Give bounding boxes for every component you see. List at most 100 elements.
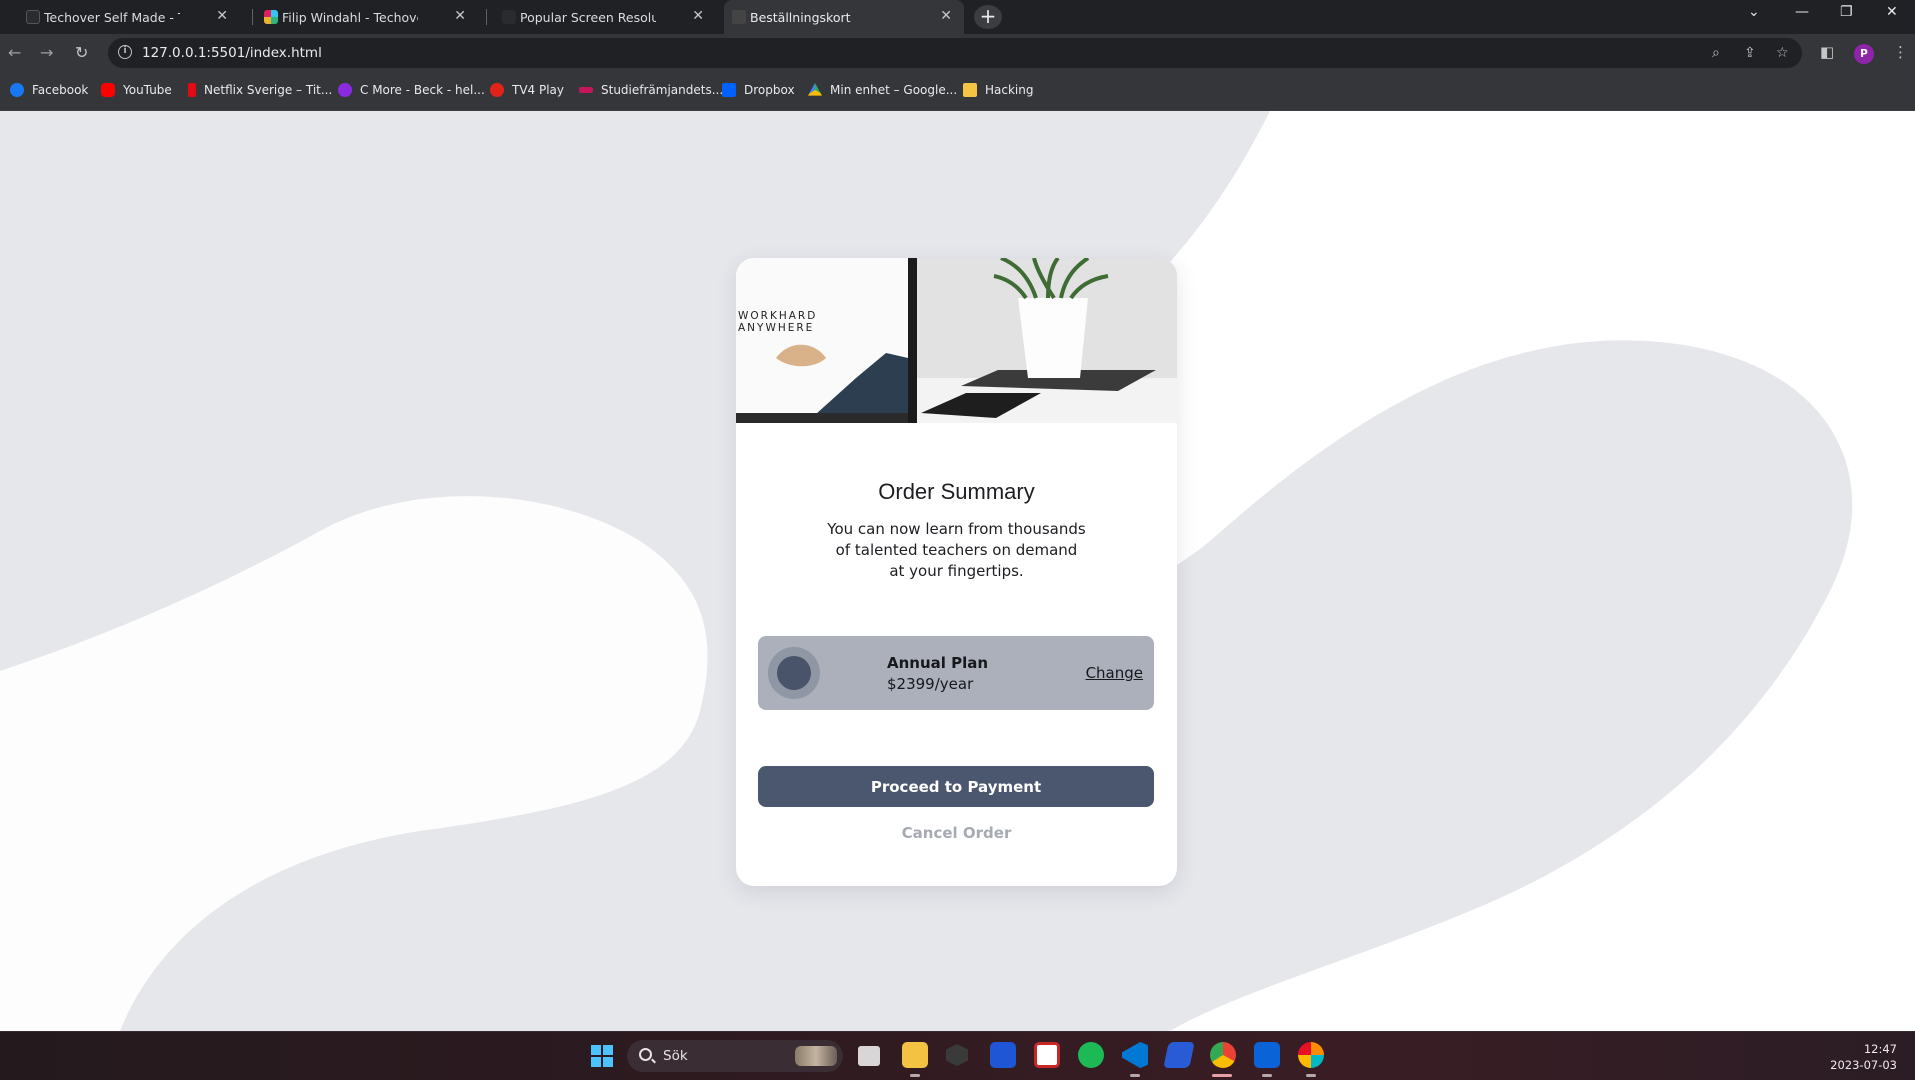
bookmark-netflix[interactable]: Netflix Sverige – Tit... xyxy=(188,83,332,97)
facebook-icon xyxy=(10,83,24,97)
new-tab-button[interactable]: + xyxy=(974,5,1002,29)
slack-favicon-icon xyxy=(264,10,278,24)
search-icon xyxy=(639,1048,652,1061)
bookmark-cmore[interactable]: C More - Beck - hel... xyxy=(338,83,485,97)
restore-icon[interactable]: ❐ xyxy=(1840,4,1853,20)
taskbar-search-label: Sök xyxy=(663,1048,688,1064)
reload-icon[interactable]: ↻ xyxy=(75,43,88,62)
profile-avatar[interactable]: P xyxy=(1854,44,1874,64)
tab-separator xyxy=(486,9,487,25)
powershell-icon[interactable] xyxy=(1163,1042,1195,1068)
close-tab-icon[interactable]: ✕ xyxy=(454,8,466,24)
youtube-icon xyxy=(101,83,115,97)
bookmark-studieframjandet[interactable]: Studiefrämjandets... xyxy=(579,83,723,97)
bookmark-label: Dropbox xyxy=(744,83,795,97)
media-favicon-icon xyxy=(502,10,516,24)
order-summary-description: You can now learn from thousands of tale… xyxy=(827,520,1086,580)
mail-icon[interactable] xyxy=(1254,1042,1280,1068)
close-tab-icon[interactable]: ✕ xyxy=(216,8,228,24)
spotify-icon[interactable] xyxy=(1078,1042,1104,1068)
forward-arrow-icon[interactable]: → xyxy=(40,43,53,62)
tab-bestallningskort[interactable]: Beställningskort ✕ xyxy=(724,0,964,34)
visual-studio-icon[interactable] xyxy=(990,1042,1016,1068)
tab-popular-screen-resolutions[interactable]: Popular Screen Resolutions | Media ✕ xyxy=(494,0,716,34)
clock-time: 12:47 xyxy=(1863,1042,1897,1056)
tab-title: Popular Screen Resolutions | Media xyxy=(520,9,656,25)
page-viewport: WORKHARD ANYWHERE Order Summary You can … xyxy=(0,111,1915,1031)
tab-techover-self-made[interactable]: Techover Self Made - Techover ✕ xyxy=(18,0,240,34)
plan-music-icon xyxy=(768,647,820,699)
bookmark-star-icon[interactable]: ☆ xyxy=(1776,45,1789,61)
cmore-icon xyxy=(338,83,352,97)
plan-name: Annual Plan xyxy=(887,654,989,672)
order-summary-title: Order Summary xyxy=(878,479,1035,504)
hero-text-line: ANYWHERE xyxy=(738,322,815,334)
running-indicator xyxy=(910,1074,920,1077)
tab-title: Beställningskort xyxy=(750,9,851,25)
zoom-icon[interactable]: ⌕ xyxy=(1712,45,1720,61)
cb-app-icon[interactable] xyxy=(1034,1042,1060,1068)
dropbox-icon xyxy=(722,83,736,97)
paint-icon[interactable] xyxy=(1298,1042,1324,1068)
close-window-icon[interactable]: ✕ xyxy=(1886,4,1898,20)
bookmark-dropbox[interactable]: Dropbox xyxy=(722,83,795,97)
side-panel-icon[interactable]: ◧ xyxy=(1820,43,1834,61)
folder-icon xyxy=(963,83,977,97)
bookmark-google-drive[interactable]: Min enhet – Google... xyxy=(808,83,957,97)
hero-text-line: WORKHARD xyxy=(738,310,818,322)
proceed-to-payment-button[interactable]: Proceed to Payment xyxy=(758,766,1154,807)
hero-image xyxy=(736,258,1177,423)
bookmark-tv4play[interactable]: TV4 Play xyxy=(490,83,564,97)
browser-toolbar: ← → ↻ i 127.0.0.1:5501/index.html ⌕ ⇪ ☆ … xyxy=(0,34,1915,72)
studieframjandet-icon xyxy=(579,87,593,93)
tab-search-chevron-icon[interactable]: ⌄ xyxy=(1748,4,1760,20)
cancel-order-link[interactable]: Cancel Order xyxy=(736,824,1177,842)
bookmark-label: Netflix Sverige – Tit... xyxy=(204,83,333,97)
bookmark-facebook[interactable]: Facebook xyxy=(10,83,88,97)
plan-panel: Annual Plan $2399/year Change xyxy=(758,636,1154,710)
minimize-icon[interactable]: — xyxy=(1795,4,1809,20)
bookmark-label: Studiefrämjandets... xyxy=(601,83,724,97)
tab-filip-windahl[interactable]: Filip Windahl - Techover Academy ✕ xyxy=(256,0,478,34)
bookmark-label: Min enhet – Google... xyxy=(830,83,958,97)
netflix-icon xyxy=(188,83,196,97)
bookmark-hacking[interactable]: Hacking xyxy=(963,83,1033,97)
url-text[interactable]: 127.0.0.1:5501/index.html xyxy=(142,45,322,61)
task-view-icon[interactable] xyxy=(858,1046,880,1066)
bookmark-youtube[interactable]: YouTube xyxy=(101,83,172,97)
clock-date: 2023-07-03 xyxy=(1830,1058,1897,1072)
running-indicator xyxy=(1306,1074,1316,1077)
bookmark-label: Facebook xyxy=(32,83,89,97)
close-tab-icon[interactable]: ✕ xyxy=(692,8,704,24)
address-bar[interactable]: i 127.0.0.1:5501/index.html ⌕ ⇪ ☆ xyxy=(108,38,1802,68)
running-indicator xyxy=(1262,1074,1272,1077)
back-arrow-icon[interactable]: ← xyxy=(8,43,21,62)
bookmark-label: C More - Beck - hel... xyxy=(360,83,485,97)
plan-price: $2399/year xyxy=(887,675,974,693)
tv4-icon xyxy=(490,83,504,97)
running-indicator xyxy=(1212,1074,1232,1077)
site-info-icon[interactable]: i xyxy=(118,45,132,59)
change-plan-link[interactable]: Change xyxy=(1086,664,1143,682)
plan-icon-dot xyxy=(777,656,811,690)
hero-text: WORKHARD ANYWHERE xyxy=(738,310,817,334)
search-highlight-icon xyxy=(795,1046,837,1066)
running-indicator xyxy=(1130,1074,1140,1077)
taskbar-search-box[interactable]: Sök xyxy=(627,1040,843,1072)
file-explorer-icon[interactable] xyxy=(902,1042,928,1068)
system-clock[interactable]: 12:47 2023-07-03 xyxy=(1830,1041,1897,1073)
techover-favicon-icon xyxy=(26,10,40,24)
bookmarks-bar: Facebook YouTube Netflix Sverige – Tit..… xyxy=(0,72,1915,111)
bookmark-label: YouTube xyxy=(123,83,172,97)
close-tab-icon[interactable]: ✕ xyxy=(940,8,952,24)
chrome-icon[interactable] xyxy=(1210,1042,1236,1068)
unity-icon[interactable] xyxy=(946,1044,968,1066)
tab-title: Filip Windahl - Techover Academy xyxy=(282,9,418,25)
tab-separator xyxy=(252,9,253,25)
bookmark-label: TV4 Play xyxy=(512,83,565,97)
share-icon[interactable]: ⇪ xyxy=(1744,45,1756,61)
browser-tab-strip: Techover Self Made - Techover ✕ Filip Wi… xyxy=(0,0,1915,34)
menu-dots-icon[interactable]: ⋮ xyxy=(1893,43,1908,61)
windows-start-icon[interactable] xyxy=(591,1045,613,1067)
vscode-icon[interactable] xyxy=(1122,1042,1148,1068)
